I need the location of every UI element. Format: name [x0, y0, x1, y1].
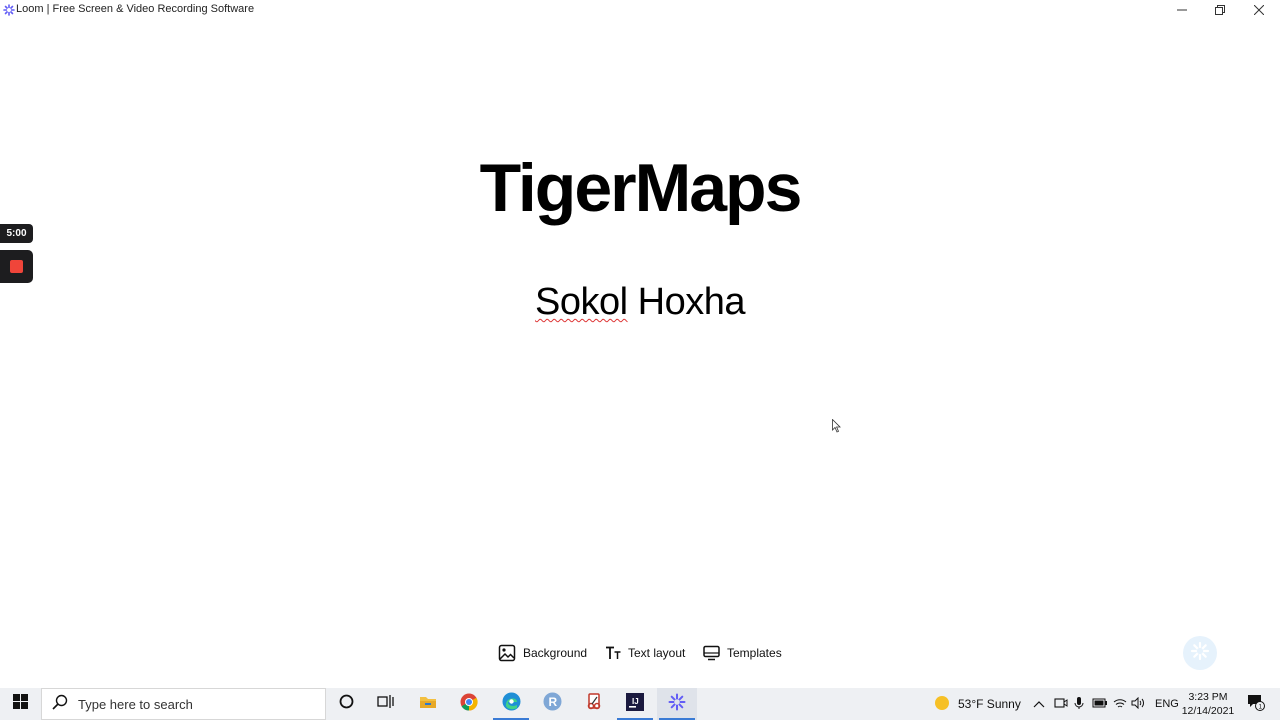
loom-icon — [668, 693, 686, 716]
chrome-button[interactable] — [449, 688, 489, 720]
microphone-icon — [1074, 696, 1084, 713]
sun-icon — [934, 695, 950, 714]
edge-button[interactable] — [491, 688, 531, 720]
bottom-toolbar: Background Text layout Templates — [0, 642, 1280, 664]
wifi-icon — [1113, 697, 1127, 712]
search-icon — [52, 694, 68, 715]
loom-floating-button[interactable] — [1183, 636, 1217, 670]
cortana-icon — [339, 694, 354, 714]
text-layout-label: Text layout — [628, 646, 686, 660]
notification-center-button[interactable]: 1 — [1244, 688, 1268, 720]
edge-icon — [502, 692, 521, 716]
intellij-button[interactable]: IJ — [615, 688, 655, 720]
chrome-icon — [460, 693, 478, 716]
search-placeholder: Type here to search — [78, 696, 193, 712]
start-button[interactable] — [0, 688, 40, 720]
speaker-icon — [1131, 696, 1146, 712]
notification-icon: 1 — [1247, 693, 1265, 716]
spellcheck-word: Sokol — [535, 281, 628, 323]
microphone-button[interactable] — [1074, 688, 1084, 720]
taskbar-search-input[interactable]: Type here to search — [41, 688, 326, 720]
recording-timer: 5:00 — [0, 224, 33, 243]
window-title: Loom | Free Screen & Video Recording Sof… — [16, 3, 255, 15]
monitor-icon — [703, 645, 720, 661]
clock-date: 12/14/2021 — [1181, 705, 1235, 717]
stop-recording-button[interactable] — [0, 250, 33, 283]
camera-icon — [1054, 697, 1068, 712]
weather-text: 53°F Sunny — [958, 697, 1021, 711]
minimize-button[interactable] — [1163, 0, 1201, 20]
snipping-tool-button[interactable] — [574, 688, 614, 720]
taskbar: Type here to search R IJ 53°F Sunny ENG … — [0, 688, 1280, 720]
weather-widget[interactable]: 53°F Sunny — [934, 688, 1021, 720]
close-button[interactable] — [1240, 0, 1278, 20]
slide-subtitle[interactable]: Sokol Hoxha — [0, 280, 1280, 324]
image-icon — [498, 644, 516, 662]
clock-time: 3:23 PM — [1188, 691, 1228, 703]
text-size-icon — [605, 646, 621, 660]
subtitle-rest: Hoxha — [627, 281, 746, 323]
intellij-icon: IJ — [626, 692, 644, 716]
svg-text:IJ: IJ — [632, 697, 639, 706]
templates-label: Templates — [727, 646, 782, 660]
templates-button[interactable]: Templates — [703, 642, 782, 664]
r-app-button[interactable]: R — [532, 688, 572, 720]
slide-title[interactable]: TigerMaps — [0, 148, 1280, 228]
cortana-button[interactable] — [326, 688, 366, 720]
mouse-cursor-icon — [832, 418, 842, 438]
show-hidden-icons-button[interactable] — [1033, 688, 1045, 720]
folder-icon — [419, 695, 437, 714]
background-button[interactable]: Background — [498, 642, 587, 664]
windows-logo-icon — [12, 694, 28, 714]
chevron-up-icon — [1033, 697, 1045, 711]
window-titlebar: Loom | Free Screen & Video Recording Sof… — [0, 0, 1280, 20]
restore-button[interactable] — [1201, 0, 1239, 20]
meet-now-button[interactable] — [1054, 688, 1068, 720]
loom-icon — [1190, 641, 1210, 666]
background-label: Background — [523, 646, 588, 660]
system-clock[interactable]: 3:23 PM 12/14/2021 — [1176, 690, 1240, 718]
battery-button[interactable] — [1092, 688, 1108, 720]
wifi-button[interactable] — [1113, 688, 1127, 720]
svg-text:R: R — [548, 695, 557, 709]
file-explorer-button[interactable] — [408, 688, 448, 720]
scissors-icon — [585, 692, 603, 716]
volume-button[interactable] — [1131, 688, 1146, 720]
text-layout-button[interactable]: Text layout — [605, 642, 685, 664]
task-view-button[interactable] — [366, 688, 406, 720]
battery-icon — [1092, 697, 1108, 711]
loom-taskbar-button[interactable] — [657, 688, 697, 720]
r-icon: R — [543, 692, 562, 716]
task-view-icon — [377, 694, 395, 714]
notification-count: 1 — [1259, 703, 1263, 710]
stop-icon — [10, 260, 23, 273]
loom-icon — [3, 3, 15, 16]
